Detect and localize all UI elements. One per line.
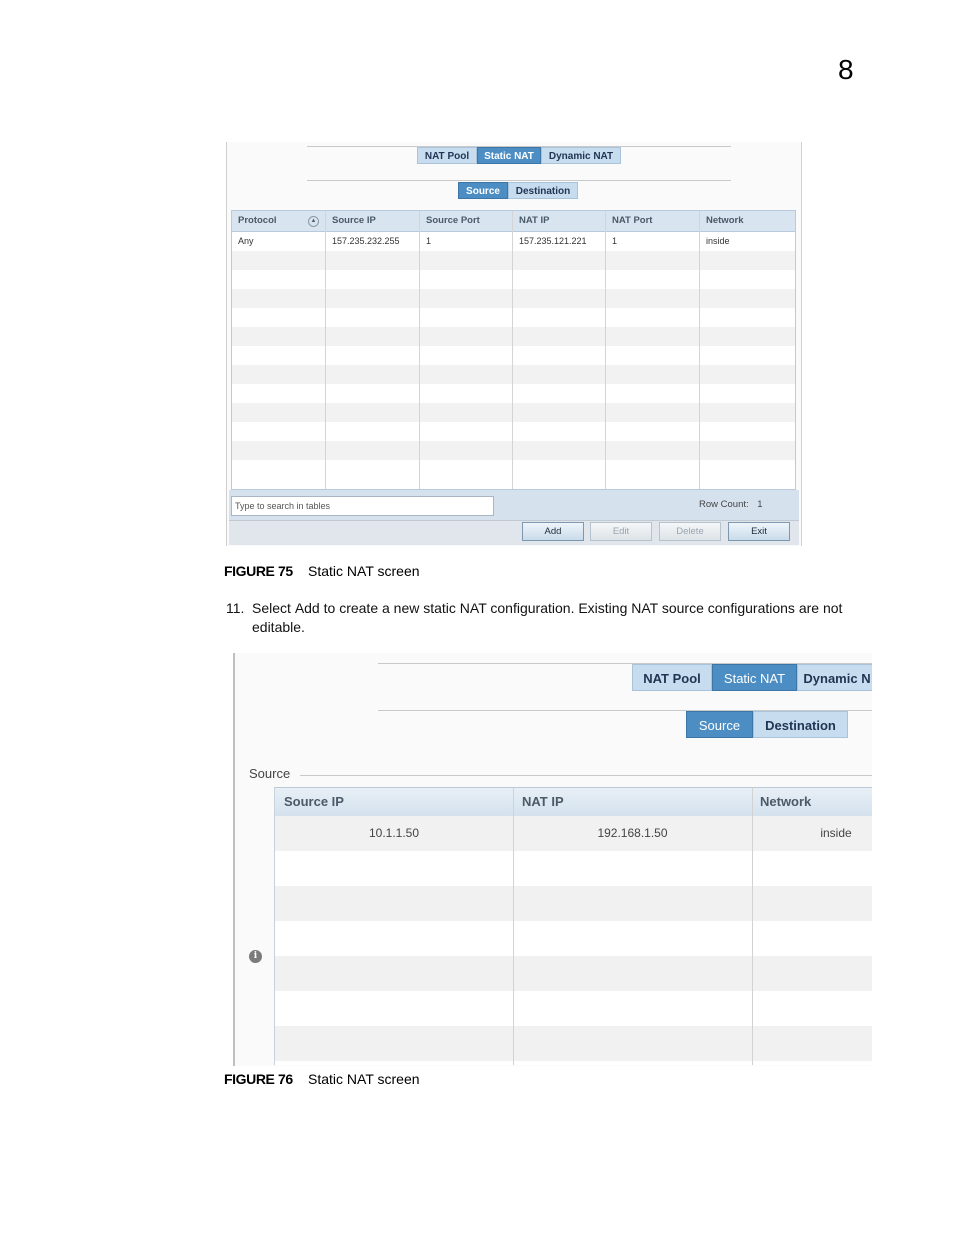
empty-row	[275, 991, 872, 1026]
column-nat-ip[interactable]: NAT IP	[513, 211, 606, 231]
figure-title: Static NAT screen	[308, 563, 420, 579]
empty-row	[232, 327, 795, 346]
empty-row	[275, 886, 872, 921]
cell-nat-ip: 192.168.1.50	[597, 826, 668, 840]
step-keyword: Add	[294, 600, 320, 616]
row-count-label: Row Count:	[699, 499, 749, 510]
cell-network: inside	[820, 826, 852, 840]
cell-source-ip: 157.235.232.255	[332, 236, 400, 246]
source-table: Source IP NAT IP Network 10.1.1.50 192.1…	[274, 787, 872, 1065]
figure-label: FIGURE 75	[224, 563, 293, 579]
subtab-source[interactable]: Source	[458, 182, 508, 199]
column-nat-port[interactable]: NAT Port	[606, 211, 700, 231]
column-source-port[interactable]: Source Port	[420, 211, 513, 231]
empty-row	[232, 384, 795, 403]
subtab-destination[interactable]: Destination	[753, 711, 848, 738]
chapter-number: 8	[838, 54, 854, 85]
column-protocol[interactable]: Protocol ▲	[232, 211, 326, 231]
table-header: Source IP NAT IP Network	[275, 787, 872, 817]
cell-network: inside	[706, 236, 730, 246]
empty-row	[275, 851, 872, 886]
nat-table: Protocol ▲ Source IP Source Port NAT IP …	[231, 210, 796, 490]
tab-nat-pool[interactable]: NAT Pool	[632, 664, 712, 691]
figure-75-caption: FIGURE 75 Static NAT screen	[224, 563, 420, 579]
add-button[interactable]: Add	[522, 522, 584, 541]
column-divider	[513, 787, 514, 1065]
cell-protocol: Any	[238, 236, 254, 246]
empty-row	[232, 460, 795, 479]
sort-icon[interactable]: ▲	[308, 216, 319, 227]
figure-label: FIGURE 76	[224, 1071, 293, 1087]
row-count-value: 1	[757, 499, 763, 510]
empty-row	[232, 251, 795, 270]
step-number: 11.	[226, 600, 245, 616]
cell-nat-port: 1	[612, 236, 618, 246]
empty-row	[275, 956, 872, 991]
section-label-source: Source	[249, 766, 291, 781]
figure-76-screenshot: NAT Pool Static NAT Dynamic N Source Des…	[233, 653, 872, 1066]
empty-row	[232, 403, 795, 422]
cell-nat-ip: 157.235.121.221	[519, 236, 587, 246]
empty-row	[275, 1026, 872, 1061]
subtab-destination[interactable]: Destination	[508, 182, 578, 199]
tab-static-nat[interactable]: Static NAT	[477, 147, 541, 164]
table-header: Protocol ▲ Source IP Source Port NAT IP …	[232, 211, 795, 232]
empty-row	[232, 270, 795, 289]
empty-row	[232, 289, 795, 308]
column-source-ip[interactable]: Source IP	[275, 788, 513, 816]
figure-75-screenshot: NAT Pool Static NAT Dynamic NAT Source D…	[226, 142, 802, 546]
column-nat-ip[interactable]: NAT IP	[513, 788, 752, 816]
empty-row	[232, 422, 795, 441]
column-network[interactable]: Network	[752, 788, 872, 816]
table-row[interactable]: 10.1.1.50 192.168.1.50 inside	[275, 816, 872, 851]
divider	[307, 180, 731, 181]
step-text: Select Add to create a new static NAT co…	[252, 599, 892, 637]
delete-button[interactable]: Delete	[659, 522, 721, 541]
figure-76-caption: FIGURE 76 Static NAT screen	[224, 1071, 420, 1087]
column-divider	[512, 211, 513, 489]
empty-row	[275, 921, 872, 956]
empty-row	[232, 308, 795, 327]
column-divider	[605, 211, 606, 489]
column-label: Protocol	[238, 215, 277, 226]
table-search-input[interactable]: Type to search in tables	[231, 496, 494, 516]
exit-button[interactable]: Exit	[728, 522, 790, 541]
tab-dynamic-nat[interactable]: Dynamic N	[797, 664, 872, 691]
empty-row	[232, 346, 795, 365]
empty-row	[232, 365, 795, 384]
tab-nat-pool[interactable]: NAT Pool	[417, 147, 477, 164]
cell-source-ip: 10.1.1.50	[368, 826, 420, 840]
edit-button[interactable]: Edit	[590, 522, 652, 541]
step-text-pre: Select	[252, 600, 295, 616]
row-count: Row Count: 1	[699, 499, 763, 510]
section-divider	[300, 775, 872, 776]
column-divider	[419, 211, 420, 489]
figure-title: Static NAT screen	[308, 1071, 420, 1087]
cell-source-port: 1	[426, 236, 432, 246]
column-divider	[699, 211, 700, 489]
tab-dynamic-nat[interactable]: Dynamic NAT	[541, 147, 621, 164]
step-text-post: to create a new static NAT configuration…	[252, 600, 843, 635]
column-divider	[325, 211, 326, 489]
info-icon[interactable]: i	[249, 950, 262, 963]
column-network[interactable]: Network	[700, 211, 795, 231]
empty-row	[232, 441, 795, 460]
tab-static-nat[interactable]: Static NAT	[712, 664, 797, 691]
column-divider	[752, 787, 753, 1065]
table-row[interactable]: Any 157.235.232.255 1 157.235.121.221 1 …	[232, 232, 795, 251]
column-source-ip[interactable]: Source IP	[326, 211, 420, 231]
subtab-source[interactable]: Source	[686, 711, 753, 738]
